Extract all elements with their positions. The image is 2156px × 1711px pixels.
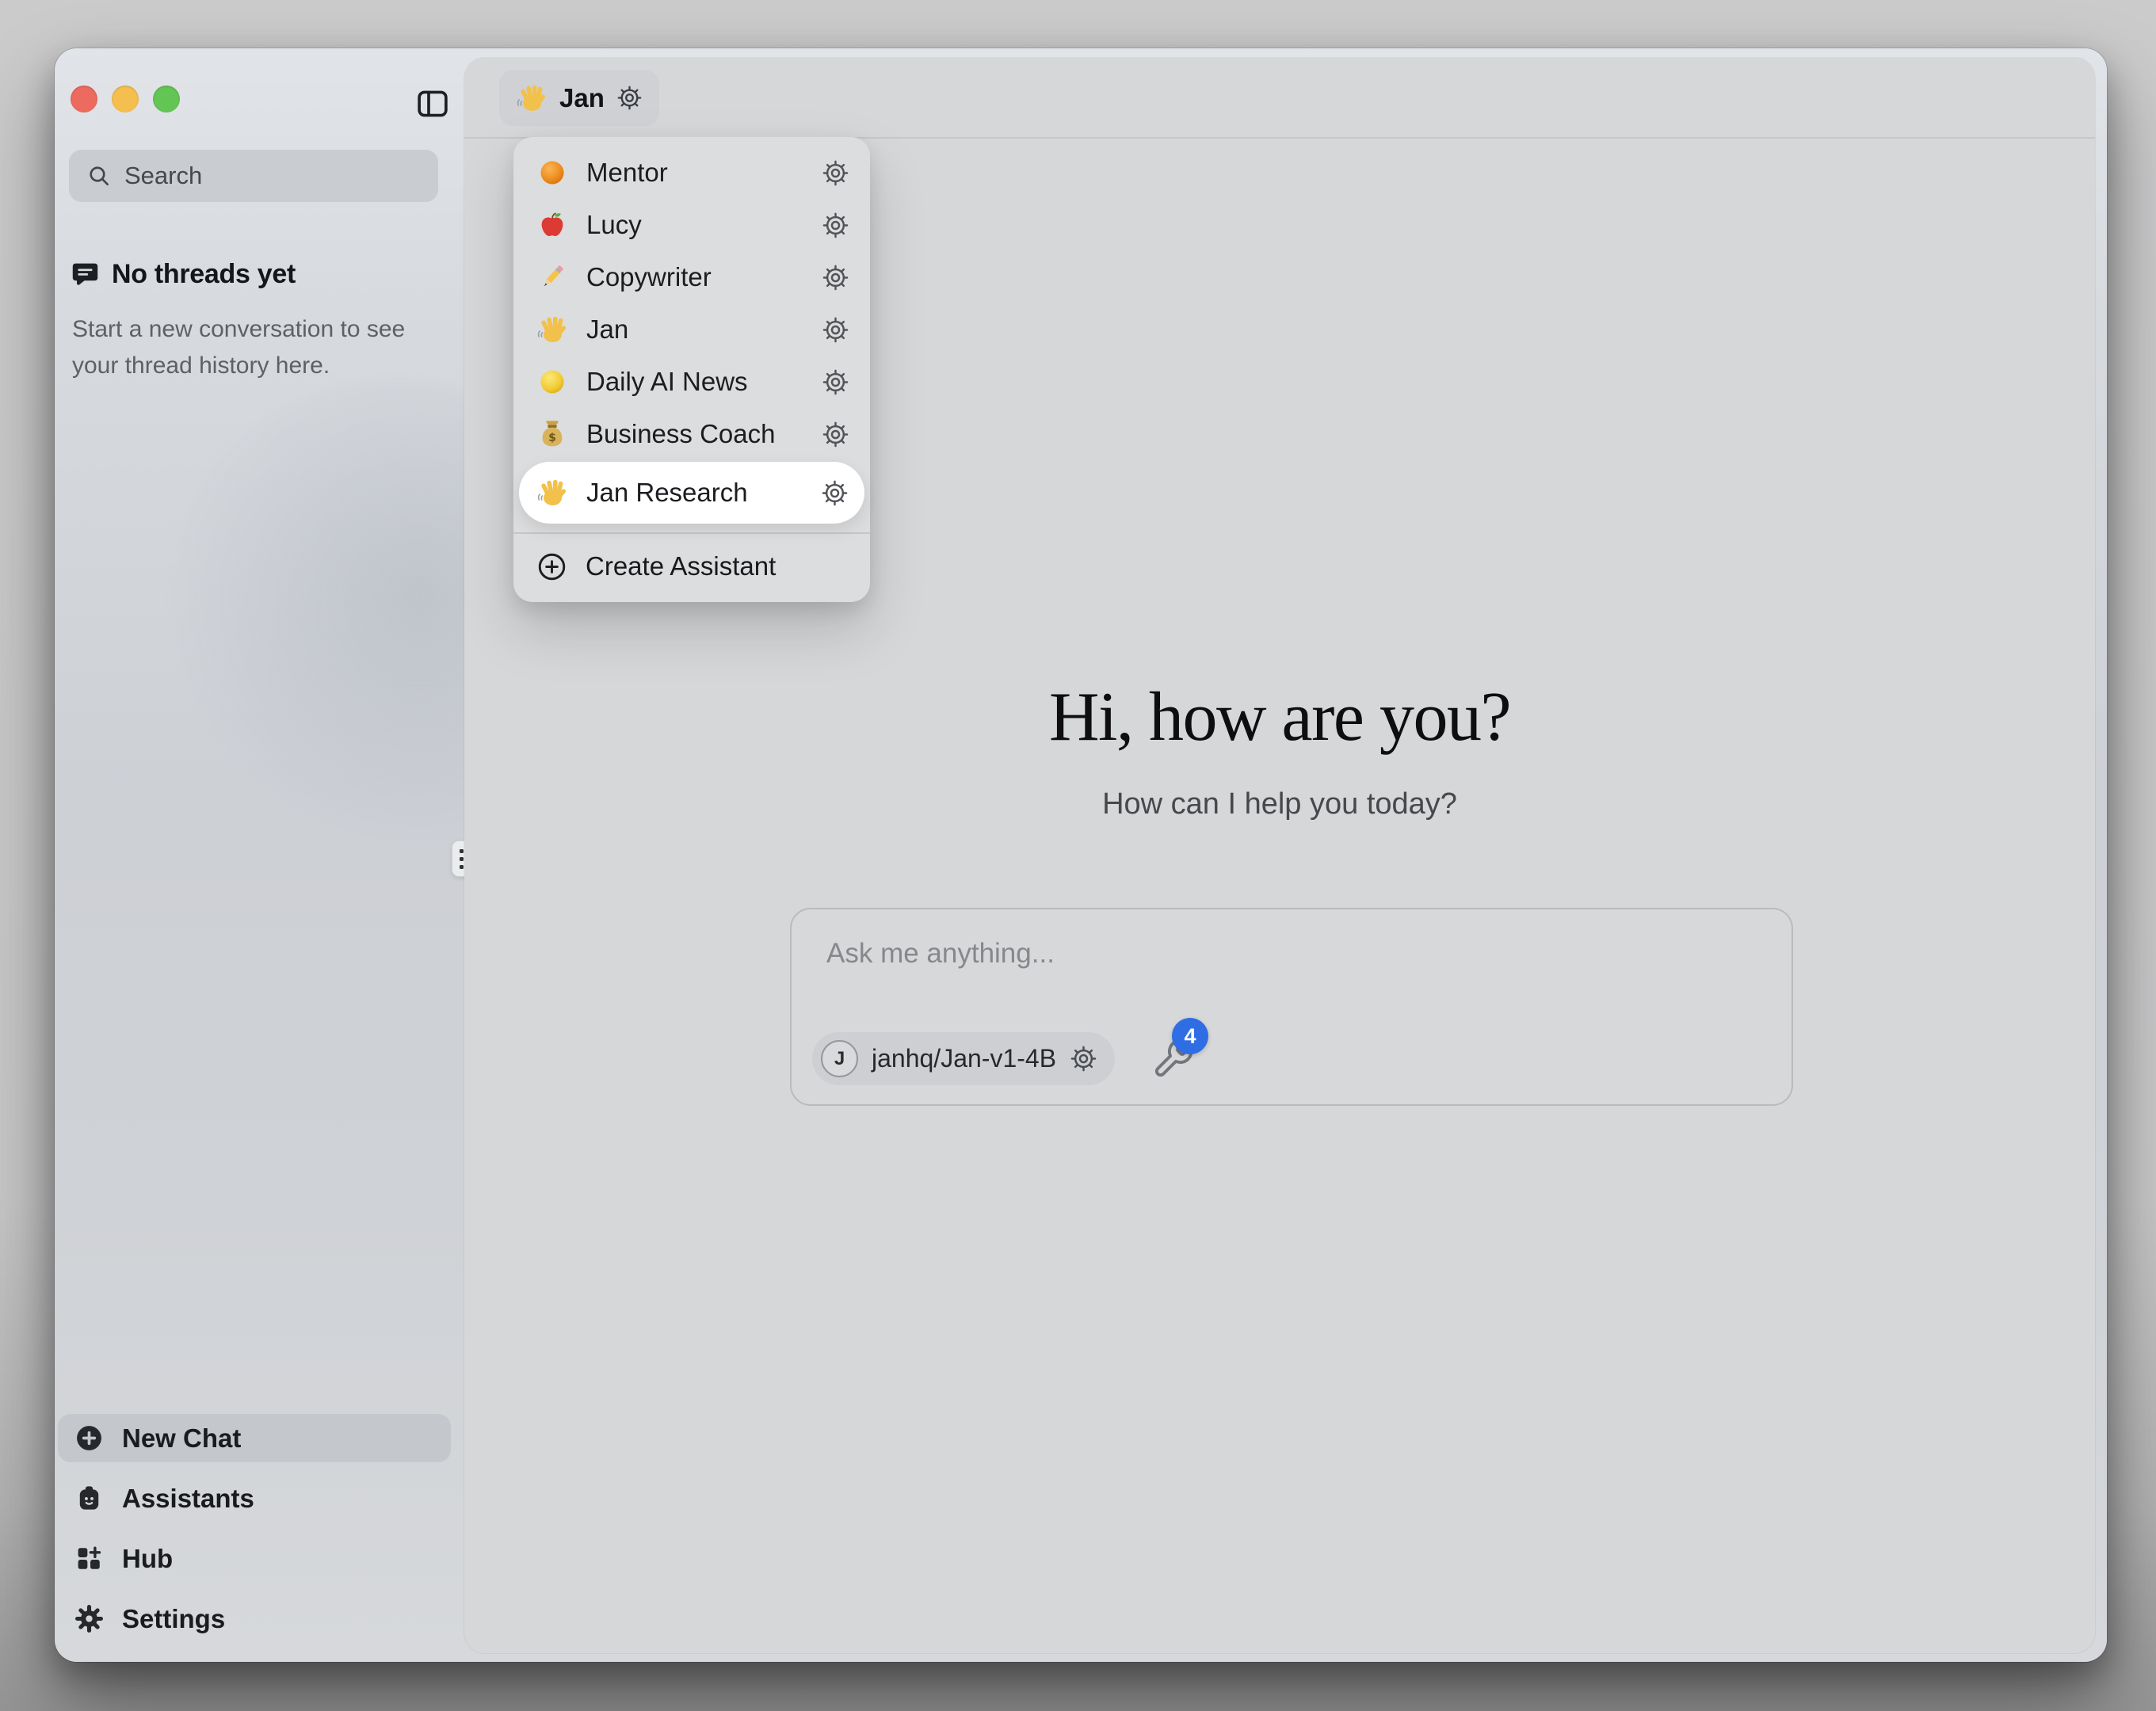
assistant-menu-item-copywriter[interactable]: Copywriter [513, 251, 870, 303]
toggle-sidebar-button[interactable] [413, 83, 452, 126]
waving-hand-emoji [536, 477, 568, 509]
create-assistant-button[interactable]: Create Assistant [513, 542, 870, 591]
nav-label: Settings [122, 1604, 225, 1634]
assistant-menu-label: Business Coach [586, 419, 803, 449]
svg-text:$: $ [548, 432, 556, 444]
sidebar-item-settings[interactable]: Settings [58, 1595, 451, 1643]
money-bag-emoji: $ [536, 418, 568, 450]
greeting-subtitle: How can I help you today? [464, 787, 2095, 821]
tools-count-badge: 4 [1172, 1018, 1208, 1054]
assistant-menu-label: Lucy [586, 210, 803, 240]
gear-icon[interactable] [1070, 1045, 1097, 1073]
create-assistant-label: Create Assistant [586, 551, 776, 581]
assistant-menu-label: Daily AI News [586, 367, 803, 397]
red-apple-emoji [536, 209, 568, 241]
close-window-button[interactable] [71, 86, 97, 112]
assistant-menu: Mentor Lucy [513, 137, 870, 602]
assistant-menu-label: Copywriter [586, 262, 803, 292]
greeting-title: Hi, how are you? [464, 677, 2095, 757]
assistant-menu-item-daily-ai-news[interactable]: Daily AI News [513, 356, 870, 408]
settings-gear-icon [74, 1604, 104, 1633]
plus-circle-icon [74, 1423, 104, 1453]
zoom-window-button[interactable] [153, 86, 180, 112]
assistant-menu-item-mentor[interactable]: Mentor [513, 147, 870, 199]
plus-circle-outline-icon [536, 551, 567, 582]
search-placeholder: Search [124, 162, 202, 190]
greeting: Hi, how are you? How can I help you toda… [464, 677, 2095, 821]
gear-icon[interactable] [822, 211, 849, 239]
orange-circle-emoji [536, 157, 568, 189]
hub-grid-plus-icon [74, 1544, 104, 1573]
assistant-menu-item-jan[interactable]: Jan [513, 303, 870, 356]
menu-divider [513, 532, 870, 534]
sidebar-panel-icon [414, 84, 451, 124]
chat-bubble-icon [71, 260, 100, 289]
magnifier-icon [86, 163, 112, 189]
app-window: Search No threads yet Start a new conver… [55, 48, 2107, 1662]
window-controls [71, 86, 180, 112]
gear-icon[interactable] [822, 316, 849, 344]
waving-hand-emoji [536, 314, 568, 345]
threads-empty-state: No threads yet Start a new conversation … [71, 259, 429, 384]
model-avatar: J [821, 1040, 858, 1077]
gear-icon[interactable] [822, 368, 849, 396]
assistant-selector-label: Jan [559, 83, 605, 113]
main-panel: Jan [464, 58, 2095, 1653]
assistant-robot-icon [74, 1484, 104, 1513]
chat-input-placeholder: Ask me anything... [826, 938, 1055, 970]
gear-icon[interactable] [821, 479, 849, 507]
assistant-menu-label: Jan Research [586, 478, 803, 508]
nav-label: Hub [122, 1544, 173, 1574]
composer-toolbar: J janhq/Jan-v1-4B 4 [812, 1032, 1195, 1085]
assistant-menu-item-business-coach[interactable]: $ Business Coach [513, 408, 870, 460]
empty-state-description: Start a new conversation to see your thr… [72, 311, 429, 384]
search-input[interactable]: Search [69, 150, 438, 202]
tools-button[interactable]: 4 [1151, 1037, 1195, 1080]
assistant-menu-item-jan-research[interactable]: Jan Research [519, 462, 864, 524]
yellow-circle-emoji [536, 366, 568, 398]
assistant-menu-label: Mentor [586, 158, 803, 188]
model-selector-button[interactable]: J janhq/Jan-v1-4B [812, 1032, 1115, 1085]
assistant-selector-button[interactable]: Jan [499, 70, 659, 126]
main-header: Jan [464, 58, 2095, 139]
assistant-menu-label: Jan [586, 314, 803, 345]
desktop-background: Search No threads yet Start a new conver… [0, 0, 2156, 1711]
gear-icon[interactable] [822, 264, 849, 292]
nav-label: Assistants [122, 1484, 254, 1514]
nav-label: New Chat [122, 1423, 241, 1454]
chat-composer[interactable]: Ask me anything... J janhq/Jan-v1-4B [790, 908, 1793, 1106]
waving-hand-emoji [516, 82, 548, 114]
pencil-emoji [536, 261, 568, 293]
gear-icon[interactable] [822, 421, 849, 448]
model-name: janhq/Jan-v1-4B [872, 1044, 1056, 1073]
gear-icon[interactable] [822, 159, 849, 187]
sidebar-item-new-chat[interactable]: New Chat [58, 1414, 451, 1462]
gear-icon [616, 85, 643, 111]
empty-state-title: No threads yet [112, 259, 296, 290]
minimize-window-button[interactable] [112, 86, 139, 112]
sidebar-item-hub[interactable]: Hub [58, 1534, 451, 1583]
sidebar-nav: New Chat Assistants [58, 1414, 451, 1643]
assistant-menu-item-lucy[interactable]: Lucy [513, 199, 870, 251]
sidebar-item-assistants[interactable]: Assistants [58, 1474, 451, 1522]
